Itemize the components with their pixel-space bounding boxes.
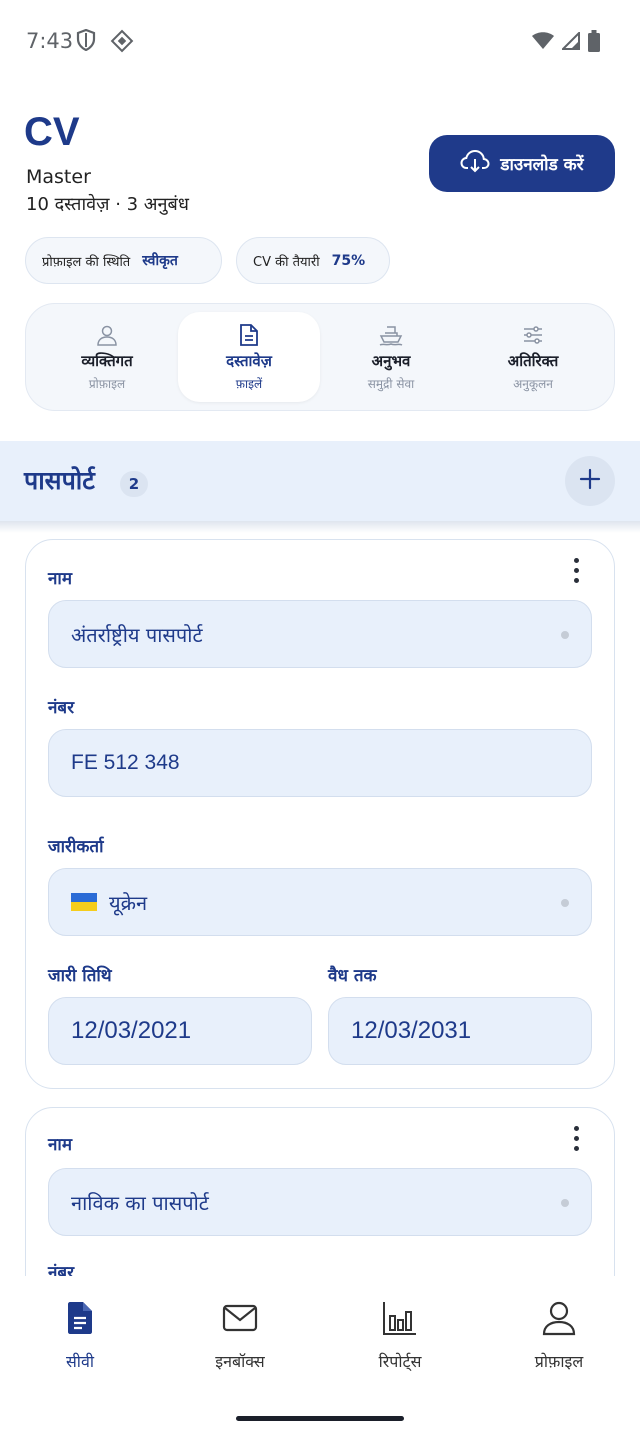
- sliders-icon: [522, 323, 544, 347]
- more-options-icon[interactable]: [568, 558, 584, 588]
- bottom-navigation: सीवी इनबॉक्स रिपोर्ट्स प्रोफ़ाइल: [0, 1276, 640, 1437]
- passport-name-value: अंतर्राष्ट्रीय पासपोर्ट: [71, 622, 203, 647]
- passport-name-field[interactable]: अंतर्राष्ट्रीय पासपोर्ट: [48, 600, 592, 668]
- diamond-icon: [110, 29, 134, 57]
- nav-inbox-label: इनबॉक्स: [215, 1352, 265, 1371]
- more-options-icon[interactable]: [568, 1126, 584, 1156]
- passport-number-field[interactable]: FE 512 348: [48, 729, 592, 797]
- status-bar: 7:43: [0, 0, 640, 84]
- name-label: नाम: [48, 569, 73, 589]
- ship-icon: [379, 323, 403, 347]
- document-list[interactable]: नाम अंतर्राष्ट्रीय पासपोर्ट नंबर FE 512 …: [0, 533, 640, 1276]
- dropdown-indicator: [561, 631, 569, 639]
- dropdown-indicator: [561, 1199, 569, 1207]
- issuer-value: यूक्रेन: [109, 890, 148, 915]
- tab-additional-sub: अनुकूलन: [513, 376, 553, 391]
- nav-profile[interactable]: प्रोफ़ाइल: [499, 1298, 619, 1378]
- passport-card: नाम अंतर्राष्ट्रीय पासपोर्ट नंबर FE 512 …: [25, 539, 615, 1089]
- nav-cv-label: सीवी: [65, 1352, 94, 1371]
- dropdown-indicator: [561, 899, 569, 907]
- issue-date-field[interactable]: 12/03/2021: [48, 997, 312, 1065]
- tab-personal-label: व्यक्तिगत: [81, 351, 133, 370]
- battery-icon: [588, 30, 600, 56]
- nav-profile-label: प्रोफ़ाइल: [534, 1352, 584, 1371]
- profile-status-value: स्वीकृत: [142, 253, 178, 269]
- passport-card: नाम नाविक का पासपोर्ट नंबर: [25, 1107, 615, 1276]
- tab-additional-label: अतिरिक्त: [507, 351, 559, 370]
- passport-name-value: नाविक का पासपोर्ट: [71, 1190, 209, 1215]
- document-icon: [239, 323, 259, 347]
- tab-documents-sub: फ़ाइलें: [235, 376, 263, 391]
- tab-experience-sub: समुद्री सेवा: [367, 376, 415, 391]
- number-label: नंबर: [48, 698, 75, 718]
- nav-reports[interactable]: रिपोर्ट्स: [340, 1298, 460, 1378]
- passport-number-value: FE 512 348: [71, 751, 180, 774]
- valid-until-field[interactable]: 12/03/2031: [328, 997, 592, 1065]
- status-time: 7:43: [26, 29, 74, 53]
- cv-ready-label: CV की तैयारी: [253, 254, 320, 270]
- passport-section-header: पासपोर्ट 2: [0, 441, 640, 521]
- wifi-icon: [532, 32, 554, 54]
- cv-subtitle: Master: [26, 166, 91, 188]
- shield-icon: [76, 28, 96, 57]
- nav-inbox[interactable]: इनबॉक्स: [180, 1298, 300, 1378]
- issuer-label: जारीकर्ता: [48, 837, 104, 857]
- tab-personal[interactable]: व्यक्तिगत प्रोफ़ाइल: [36, 312, 178, 402]
- user-icon: [542, 1298, 576, 1338]
- nav-cv[interactable]: सीवी: [20, 1298, 140, 1378]
- name-label: नाम: [48, 1135, 73, 1155]
- issue-date-value: 12/03/2021: [71, 1017, 192, 1044]
- person-icon: [96, 323, 118, 347]
- plus-icon: [579, 468, 601, 494]
- valid-until-label: वैध तक: [328, 966, 377, 986]
- valid-until-value: 12/03/2031: [351, 1017, 472, 1044]
- number-label: नंबर: [48, 1263, 75, 1276]
- tab-personal-sub: प्रोफ़ाइल: [88, 376, 126, 391]
- tab-experience-label: अनुभव: [371, 351, 411, 370]
- tab-documents-label: दस्तावेज़: [226, 351, 272, 370]
- cv-section-tabs: व्यक्तिगत प्रोफ़ाइल दस्तावेज़ फ़ाइलें अन…: [25, 303, 615, 411]
- download-label: डाउनलोड करें: [500, 155, 584, 175]
- tab-documents[interactable]: दस्तावेज़ फ़ाइलें: [178, 312, 320, 402]
- profile-status-chip: प्रोफ़ाइल की स्थिति स्वीकृत: [25, 237, 222, 284]
- issuer-field[interactable]: यूक्रेन: [48, 868, 592, 936]
- cv-ready-value: 75%: [331, 252, 366, 269]
- issue-date-label: जारी तिथि: [48, 966, 112, 986]
- cloud-download-icon: [460, 149, 490, 178]
- passport-name-field[interactable]: नाविक का पासपोर्ट: [48, 1168, 592, 1236]
- profile-status-label: प्रोफ़ाइल की स्थिति: [42, 254, 131, 270]
- section-divider: [0, 521, 640, 533]
- nav-reports-label: रिपोर्ट्स: [378, 1352, 422, 1371]
- download-button[interactable]: डाउनलोड करें: [429, 135, 615, 192]
- signal-icon: [560, 30, 580, 54]
- page-title: CV: [24, 110, 80, 154]
- home-indicator[interactable]: [236, 1416, 404, 1421]
- cv-meta: 10 दस्तावेज़ · 3 अनुबंध: [26, 194, 189, 215]
- tab-additional[interactable]: अतिरिक्त अनुकूलन: [462, 312, 604, 402]
- bar-chart-icon: [382, 1298, 418, 1338]
- tab-experience[interactable]: अनुभव समुद्री सेवा: [320, 312, 462, 402]
- cv-ready-chip: CV की तैयारी 75%: [236, 237, 390, 284]
- cv-document-icon: [66, 1298, 94, 1338]
- mail-icon: [222, 1298, 258, 1338]
- add-passport-button[interactable]: [565, 456, 615, 506]
- section-title: पासपोर्ट: [24, 466, 95, 495]
- section-count-badge: 2: [120, 471, 148, 497]
- ukraine-flag-icon: [71, 893, 97, 911]
